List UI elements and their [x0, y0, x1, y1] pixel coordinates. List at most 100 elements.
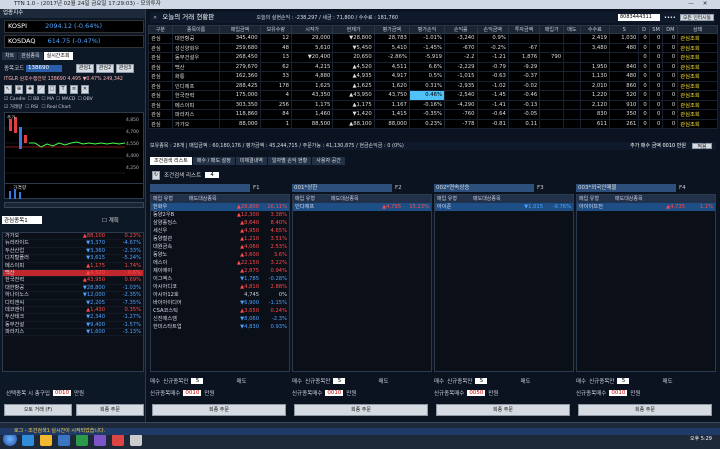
toolbar-delete-icon[interactable]: ✕ [81, 84, 89, 94]
col-header[interactable]: DM [662, 25, 679, 34]
holding-row[interactable]: 관심 인디에프 288,425 178 1,625 ▲1,625 1,620 0.31% -2,… [148, 80, 718, 91]
subtab[interactable]: 일자별 손익 현황 [267, 157, 312, 165]
panel-order-button[interactable]: 회종 주문 [436, 404, 570, 416]
filter-label[interactable]: 매도대상종목 [615, 196, 643, 202]
buy-radio[interactable]: 매수 [434, 377, 444, 385]
condition-stock[interactable]: 바이아이디어 ▼6,900 -1.15% [151, 299, 289, 307]
subtab[interactable]: 매수 / 매도 설정 [192, 157, 235, 165]
amount-input[interactable]: 0010 [183, 390, 202, 396]
holding-row[interactable]: 관심 동부건설우 268,450 13 ▼20,400 20,650 -2.86% -5,91… [148, 52, 718, 63]
minimize-button[interactable]: — [684, 0, 698, 9]
holding-row[interactable]: 관심 가가오 88,000 1 88,500 ▲88,100 88,000 0.23% -778… [148, 118, 718, 129]
holding-row[interactable]: 관심 화통 162,360 33 4,880 ▲4,935 4,917 0.5% -1,015-… [148, 71, 718, 82]
col-header[interactable]: 현재가 [332, 25, 375, 34]
bb-option[interactable]: ☐ BB [28, 97, 40, 102]
watchlist-row[interactable]: 데코앤이 ▲1,430 0.35% [3, 307, 143, 315]
login-button[interactable]: 모든 인터시동 [680, 14, 714, 21]
qty-input[interactable]: 5 [191, 378, 204, 384]
excel-icon[interactable] [76, 434, 88, 446]
sell-radio[interactable]: 매도 [520, 377, 530, 385]
mode-label[interactable]: 매입 유형 [295, 196, 315, 202]
col-header[interactable]: 종목이름 [171, 25, 221, 34]
condition-stock[interactable]: 아이이뜨전 ▲4,735 1.1% [577, 203, 715, 211]
explorer-icon[interactable] [22, 434, 34, 446]
col-header[interactable]: S [609, 25, 640, 34]
col-header[interactable]: SM [648, 25, 664, 34]
plan-checkbox[interactable]: ☐ 계획 [102, 216, 119, 224]
toolbar-zoom-icon[interactable]: ⊕ [15, 84, 23, 94]
refresh-icon[interactable]: ↻ [152, 170, 160, 180]
auto-trade-button[interactable]: 오토 거래 (F) [4, 404, 72, 416]
filter-label[interactable]: 매도대상종목 [473, 196, 501, 202]
subtab[interactable]: 미체결내역 [235, 157, 267, 165]
obv-option[interactable]: ☐ OBV [77, 97, 92, 102]
condition-stock[interactable]: 삼양홀딩스 ▲8,640 8.40% [151, 219, 289, 227]
col-header[interactable]: 수수료 [579, 25, 611, 34]
condition-stock[interactable]: 신진에스엠 ▼8,060 -2.3% [151, 315, 289, 323]
folder-icon[interactable] [40, 434, 52, 446]
condition-select[interactable]: 002*연속상승 [434, 184, 534, 192]
panel-order-button[interactable]: 회종 주문 [578, 404, 712, 416]
toolbar-box-icon[interactable]: □ [48, 84, 56, 94]
tab-chart[interactable]: 차트 [2, 52, 18, 60]
holding-row[interactable]: 관심 성신양회우 259,680 48 5,610 ▼5,450 5,410 -1.45% -6… [148, 42, 718, 53]
apply-button[interactable]: 적용 [692, 143, 712, 150]
holding-row[interactable]: 관심 백산 279,670 62 4,215 ▲4,520 4,511 6.6% -2,229-… [148, 61, 718, 72]
mode-label[interactable]: 매입 유형 [579, 196, 599, 202]
subtab[interactable]: 사용자 공간 [312, 157, 345, 165]
subtab[interactable]: 조건검색 리스트 [150, 157, 192, 165]
col-header[interactable]: 매입금액 [219, 25, 261, 34]
condition-stock[interactable]: 아시아12호 4,745 0% [151, 291, 289, 299]
stock-code-input[interactable]: 138690 [26, 64, 62, 72]
toolbar-line-icon[interactable]: ／ [37, 84, 45, 94]
main-close-icon[interactable]: ✕ [150, 15, 160, 21]
candle-option[interactable]: ☑ Candle [4, 97, 26, 102]
condition-select[interactable]: 001*상한 [292, 184, 392, 192]
watchlist-row[interactable]: 백산 ▲4,520 0.6% [3, 269, 143, 278]
col-header[interactable]: 평가손익 [408, 25, 446, 34]
col-header[interactable]: 상태 [677, 25, 718, 34]
password-field[interactable]: •••• [664, 13, 676, 24]
condition-stock[interactable]: 이그엑스 ▼1,785 -0.28% [151, 275, 289, 283]
rsi-option[interactable]: ☐ RSI [25, 105, 38, 110]
condition-select[interactable] [150, 184, 250, 192]
holding-row[interactable]: 관심 한국전력 175,000 4 43,350 ▲43,950 43,750 0.46% -2… [148, 90, 718, 101]
chart-scrollbar[interactable] [4, 202, 144, 208]
qty-input[interactable]: 5 [475, 378, 488, 384]
col-header[interactable]: 매도 [563, 25, 581, 34]
col-header[interactable]: 투자금액 [507, 25, 541, 34]
condition-stock[interactable]: 인디에프 ▲4,795 15.23% [293, 203, 431, 211]
condition-select[interactable]: 003*외국인매물 [576, 184, 676, 192]
cond-check[interactable]: 신규종목만 [589, 377, 614, 385]
toolbar-text-icon[interactable]: T [59, 84, 67, 94]
batch-order-button[interactable]: 회종 주문 [76, 404, 144, 416]
watch1-button[interactable]: 관심1 [76, 63, 94, 73]
condition-stock[interactable]: CSA코스틱 ▲3,650 0.24% [151, 307, 289, 315]
watchlist-row[interactable]: 디지털플러 ▼3,615 -5.24% [3, 255, 143, 263]
watch3-button[interactable]: 관심3 [116, 63, 134, 73]
amount-input[interactable]: 0010 [325, 390, 344, 396]
tab-realtime[interactable]: 실시간조회 [43, 52, 73, 60]
watchlist-row[interactable]: 동부건설 ▼9,400 -1.57% [3, 322, 143, 330]
cond-check[interactable]: 신규종목만 [163, 377, 188, 385]
sell-radio[interactable]: 매도 [662, 377, 672, 385]
buy-radio[interactable]: 매수 [292, 377, 302, 385]
volume-chart[interactable]: 가격량 [4, 183, 144, 199]
col-header[interactable]: 손익률 [444, 25, 478, 34]
col-header[interactable]: 구분 [148, 25, 173, 34]
condition-stock[interactable]: 동양철관 ▲1,210 3.51% [151, 235, 289, 243]
macd-option[interactable]: ☐ MACD [56, 97, 75, 102]
condition-stock[interactable]: 대원금속 ▲4,060 2.53% [151, 243, 289, 251]
col-header[interactable]: 보유수량 [259, 25, 292, 34]
ma-option[interactable]: ☐ MA [41, 97, 54, 102]
ie-icon[interactable] [58, 434, 70, 446]
toolbar-fib-icon[interactable]: ≡ [70, 84, 78, 94]
mode-label[interactable]: 매입 유형 [153, 196, 173, 202]
order-amount-input[interactable]: 0010 [52, 390, 71, 396]
condition-count[interactable]: 4 [205, 172, 220, 178]
condition-stock[interactable]: 동양2우B ▲12,300 3.38% [151, 211, 289, 219]
col-header[interactable]: 매입가 [539, 25, 565, 34]
close-button[interactable]: ✕ [698, 0, 712, 9]
cond-check[interactable]: 신규종목만 [447, 377, 472, 385]
condition-stock[interactable]: 제이에이 ▲2,875 0.94% [151, 267, 289, 275]
